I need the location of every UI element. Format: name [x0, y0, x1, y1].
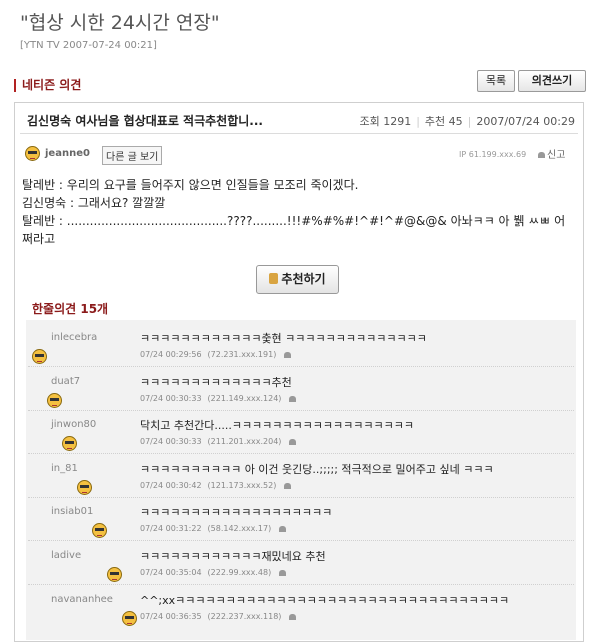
comment-user[interactable]: ladive	[51, 550, 81, 561]
comment-ip: (72.231.xxx.191)	[207, 350, 277, 359]
other-posts-button[interactable]: 다른 글 보기	[102, 146, 163, 165]
comment-meta: 07/24 00:31:22 (58.142.xxx.17)	[140, 524, 288, 533]
author-name[interactable]: jeanne0	[45, 148, 90, 159]
comment-text: ㅋㅋㅋㅋㅋㅋㅋㅋㅋㅋㅋㅋ춫현 ㅋㅋㅋㅋㅋㅋㅋㅋㅋㅋㅋㅋㅋㅋ	[140, 332, 427, 345]
user-face-icon	[47, 393, 62, 408]
comment-ip: (58.142.xxx.17)	[207, 524, 272, 533]
article-title: "협상 시한 24시간 연장"	[20, 12, 220, 34]
report-icon	[538, 152, 545, 158]
post-body-line: 김신명숙 : 그래서요? 깔깔깔	[22, 196, 166, 210]
comment-meta: 07/24 00:30:33 (211.201.xxx.204)	[140, 437, 298, 446]
comment-meta: 07/24 00:30:42 (121.173.xxx.52)	[140, 481, 293, 490]
comment-text: ㅋㅋㅋㅋㅋㅋㅋㅋㅋㅋㅋㅋㅋ추천	[140, 376, 292, 389]
comment-user[interactable]: in_81	[51, 463, 78, 474]
views-label: 조회	[359, 115, 380, 128]
report-link[interactable]: 신고	[538, 146, 565, 161]
report-label: 신고	[547, 150, 566, 161]
comment-time: 07/24 00:36:35	[140, 612, 202, 621]
report-icon[interactable]	[284, 351, 292, 358]
comment-user[interactable]: navananhee	[51, 594, 113, 605]
comment-time: 07/24 00:30:33	[140, 437, 202, 446]
post-date: 2007/07/24 00:29	[476, 115, 575, 128]
comment-time: 07/24 00:30:33	[140, 394, 202, 403]
views-count: 1291	[383, 115, 412, 128]
report-icon[interactable]	[289, 613, 297, 620]
comment-time: 07/24 00:31:22	[140, 524, 202, 533]
report-icon[interactable]	[279, 525, 287, 532]
post-stats: 조회 1291 | 추천 45 | 2007/07/24 00:29	[359, 115, 575, 128]
comment-time: 07/24 00:30:42	[140, 481, 202, 490]
recommend-label: 추천	[424, 115, 446, 128]
comments-header: 한줄의견 15개	[32, 302, 109, 316]
comment-divider	[28, 366, 574, 367]
write-opinion-button[interactable]: 의견쓰기	[518, 70, 586, 92]
section-label: 네티즌 의견	[14, 79, 81, 92]
comment-divider	[28, 540, 574, 541]
comment-divider	[28, 584, 574, 585]
post-title: 김신명숙 여사님을 협상대표로 적극추천합니...	[27, 114, 263, 128]
author-ip: IP 61.199.xxx.69	[459, 150, 527, 159]
comment-time: 07/24 00:29:56	[140, 350, 202, 359]
comment-divider	[28, 497, 574, 498]
comment-meta: 07/24 00:36:35 (222.237.xxx.118)	[140, 612, 298, 621]
recommend-count: 45	[448, 115, 463, 128]
recommend-button[interactable]: 추천하기	[256, 265, 339, 294]
list-button[interactable]: 목록	[477, 70, 515, 92]
comment-time: 07/24 00:35:04	[140, 568, 202, 577]
comment-meta: 07/24 00:30:33 (221.149.xxx.124)	[140, 394, 298, 403]
user-face-icon	[25, 146, 40, 161]
comment-ip: (121.173.xxx.52)	[207, 481, 277, 490]
report-icon[interactable]	[289, 395, 297, 402]
comment-ip: (222.237.xxx.118)	[207, 612, 282, 621]
comment-meta: 07/24 00:35:04 (222.99.xxx.48)	[140, 568, 288, 577]
user-face-icon	[62, 436, 77, 451]
post-body-line: 탈레반 : ..................................…	[22, 214, 566, 246]
comment-text: ㅋㅋㅋㅋㅋㅋㅋㅋㅋㅋ 아 이건 웃긴당..;;;;; 적극적으로 밀어주고 싶네…	[140, 463, 494, 476]
comment-user[interactable]: jinwon80	[51, 419, 96, 430]
comment-ip: (221.149.xxx.124)	[207, 394, 282, 403]
comment-text: ^^;xxㅋㅋㅋㅋㅋㅋㅋㅋㅋㅋㅋㅋㅋㅋㅋㅋㅋㅋㅋㅋㅋㅋㅋㅋㅋㅋㅋㅋㅋㅋㅋㅋㅋ	[140, 594, 510, 607]
divider	[20, 133, 578, 134]
post-body: 탈레반 : 우리의 요구를 들어주지 않으면 인질들을 모조리 죽이겠다. 김신…	[22, 176, 574, 248]
comment-text: ㅋㅋㅋㅋㅋㅋㅋㅋㅋㅋㅋㅋㅋㅋㅋㅋㅋㅋㅋ	[140, 506, 333, 519]
user-face-icon	[77, 480, 92, 495]
user-face-icon	[107, 567, 122, 582]
article-source-date: [YTN TV 2007-07-24 00:21]	[20, 40, 157, 51]
user-face-icon	[32, 349, 47, 364]
comment-ip: (222.99.xxx.48)	[207, 568, 272, 577]
comment-divider	[28, 410, 574, 411]
comment-meta: 07/24 00:29:56 (72.231.xxx.191)	[140, 350, 293, 359]
comment-divider	[28, 453, 574, 454]
comment-ip: (211.201.xxx.204)	[207, 437, 282, 446]
report-icon[interactable]	[284, 482, 292, 489]
report-icon[interactable]	[279, 569, 287, 576]
comment-user[interactable]: inlecebra	[51, 332, 97, 343]
thumbs-up-icon	[269, 273, 279, 284]
comment-text: ㅋㅋㅋㅋㅋㅋㅋㅋㅋㅋㅋㅋ재밌네요 추천	[140, 550, 326, 563]
comment-text: 닥치고 추천간다.....ㅋㅋㅋㅋㅋㅋㅋㅋㅋㅋㅋㅋㅋㅋㅋㅋㅋㅋ	[140, 419, 414, 432]
post-body-line: 탈레반 : 우리의 요구를 들어주지 않으면 인질들을 모조리 죽이겠다.	[22, 178, 359, 192]
report-icon[interactable]	[289, 438, 297, 445]
user-face-icon	[122, 611, 137, 626]
recommend-button-label: 추천하기	[281, 272, 326, 286]
user-face-icon	[92, 523, 107, 538]
comment-user[interactable]: duat7	[51, 376, 80, 387]
comment-user[interactable]: insiab01	[51, 506, 93, 517]
